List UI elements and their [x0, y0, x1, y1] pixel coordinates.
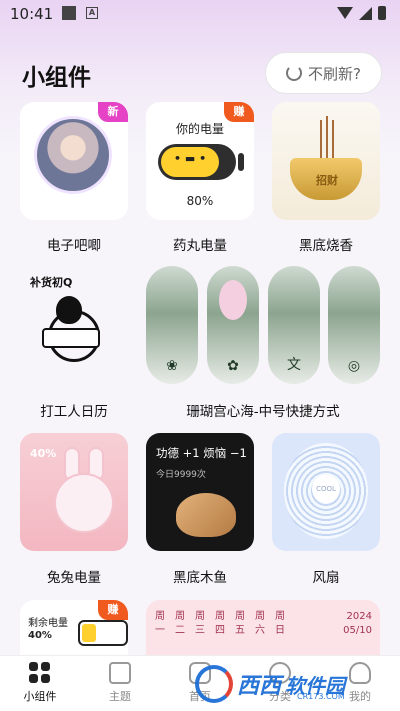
shortcut-icon: 文: [287, 357, 301, 373]
widget-label: 珊瑚宫心海-中号快捷方式: [186, 404, 340, 420]
remaining-battery-percent: 40%: [28, 630, 52, 641]
tab-label: 小组件: [23, 690, 57, 703]
today-count: 今日9999次: [156, 470, 206, 480]
status-time: 10:41: [10, 5, 54, 23]
refresh-icon: [286, 65, 303, 81]
widget-label: 黑底木鱼: [173, 570, 227, 586]
widget-card-shortcut[interactable]: ❀ ✿ 文 ◎: [146, 266, 380, 384]
shortcut-panel[interactable]: 文: [268, 266, 320, 384]
avatar: [34, 116, 112, 194]
weekday: 周二: [175, 611, 185, 636]
widgets-grid-icon: [29, 662, 51, 684]
weekday: 周三: [195, 611, 205, 636]
watermark-logo: 西西 软件园 CR173.COM: [195, 662, 390, 706]
new-badge: 新: [98, 102, 128, 122]
tab-widgets[interactable]: 小组件: [10, 662, 70, 704]
wifi-icon: [337, 7, 353, 19]
tab-theme[interactable]: 主题: [90, 662, 150, 704]
battery-icon: [378, 6, 386, 20]
widget-card-wooden-fish[interactable]: 功德 +1 烦恼 −1 今日9999次: [146, 433, 254, 551]
shortcut-icon: ❀: [166, 358, 178, 374]
weekday: 周日: [275, 611, 285, 636]
battery-cap: [238, 153, 244, 171]
merit-text: 功德 +1 烦恼 −1: [156, 446, 247, 460]
theme-icon: [109, 662, 131, 684]
refresh-button[interactable]: 不刷新?: [265, 52, 382, 94]
battery-percent: 80%: [186, 194, 214, 208]
worker-header: 补货初Q: [30, 276, 73, 289]
shortcut-icon: ✿: [227, 358, 239, 374]
widget-card-battery-remaining[interactable]: 剩余电量 40% 赚: [20, 600, 128, 655]
widget-label: 兔兔电量: [47, 570, 101, 586]
widget-label: 风扇: [312, 570, 340, 586]
watermark-url: CR173.COM: [297, 692, 345, 701]
earn-badge: 赚: [224, 102, 254, 122]
earn-badge: 赚: [98, 600, 128, 620]
page-title: 小组件: [22, 65, 91, 91]
watermark-brand: 西西: [237, 674, 282, 699]
wooden-fish-icon[interactable]: [176, 493, 236, 537]
notification-square-icon: [62, 6, 76, 20]
widget-card-fan[interactable]: COOL: [272, 433, 380, 551]
battery-outline-icon: [78, 620, 128, 646]
incense-sticks-icon: [320, 120, 334, 160]
weekday: 周一: [155, 611, 165, 636]
widget-card-worker-calendar[interactable]: 补货初Q: [20, 266, 128, 384]
system-icons: [337, 6, 386, 20]
battery-face: • ▬ •: [174, 152, 207, 165]
shortcut-panel[interactable]: ❀: [146, 266, 198, 384]
widget-label: 药丸电量: [173, 238, 227, 254]
battery-title: 你的电量: [175, 122, 224, 136]
signal-icon: [359, 6, 372, 20]
weekday: 周六: [255, 611, 265, 636]
incense-label: 招财: [316, 174, 338, 187]
widget-label: 电子吧唧: [47, 238, 101, 254]
bunny-face-icon: [54, 473, 114, 533]
widget-label: 黑底烧香: [299, 238, 353, 254]
watermark-logo-icon: [195, 665, 233, 703]
widget-card-avatar[interactable]: 新: [20, 102, 128, 220]
widget-card-pill-battery[interactable]: 你的电量 • ▬ • 80% 赚: [146, 102, 254, 220]
bunny-percent: 40%: [30, 447, 57, 460]
remaining-battery-label: 剩余电量: [28, 618, 68, 629]
worker-laptop-icon: [42, 328, 100, 348]
widget-card-incense[interactable]: 招财: [272, 102, 380, 220]
refresh-label: 不刷新?: [308, 64, 361, 83]
tab-label: 主题: [109, 690, 131, 703]
status-bar: 10:41 A: [0, 0, 400, 28]
weekday: 周四: [215, 611, 225, 636]
sim-a-icon: A: [86, 7, 98, 19]
fan-center-label: COOL: [312, 475, 340, 503]
weekday-row: 周一 周二 周三 周四 周五 周六 周日: [152, 610, 288, 638]
shortcut-icon: ◎: [347, 358, 361, 374]
weekday: 周五: [235, 611, 245, 636]
battery-fill: [82, 624, 97, 642]
shortcut-panel[interactable]: ◎: [328, 266, 380, 384]
character-figure: [219, 280, 247, 320]
worker-head-icon: [56, 296, 82, 324]
widget-label: 打工人日历: [40, 404, 108, 420]
battery-body: • ▬ •: [158, 144, 236, 180]
calendar-date: 2024 05/10: [343, 611, 372, 636]
widget-card-bunny-battery[interactable]: 40%: [20, 433, 128, 551]
widget-card-calendar[interactable]: 周一 周二 周三 周四 周五 周六 周日 2024 05/10: [146, 600, 380, 655]
shortcut-panel[interactable]: ✿: [207, 266, 259, 384]
